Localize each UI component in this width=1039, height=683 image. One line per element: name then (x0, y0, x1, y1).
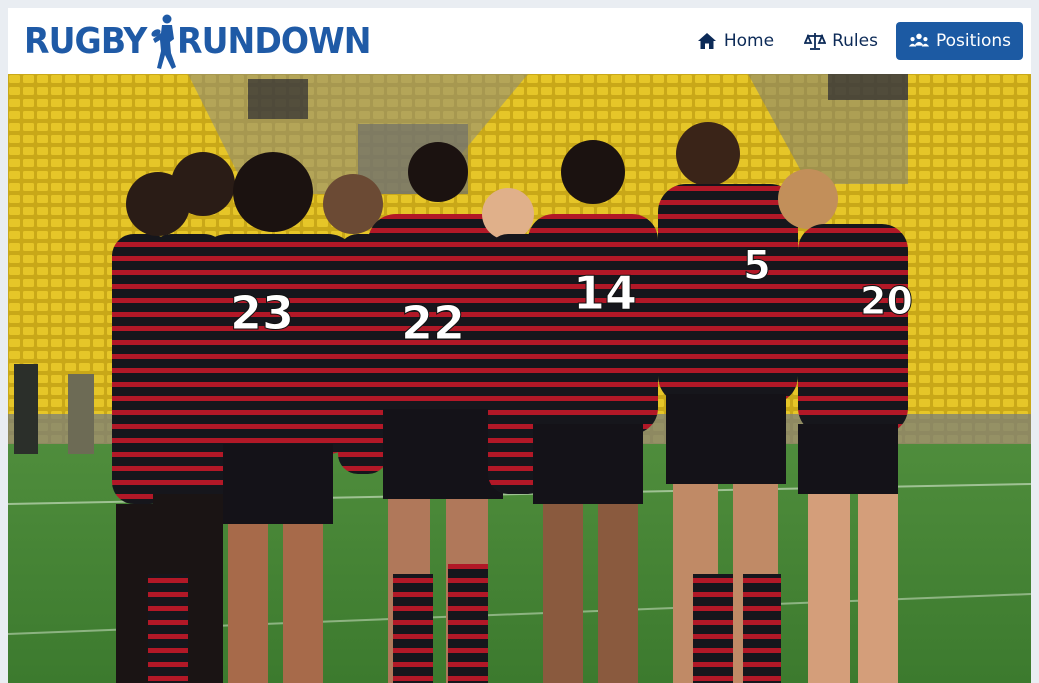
jersey-number: 20 (860, 279, 913, 323)
home-icon (696, 31, 718, 51)
jersey-number: 22 (401, 296, 465, 350)
logo-word-rundown: RUNDOWN (177, 21, 371, 62)
scale-icon (804, 31, 827, 51)
main-nav: Home Rules Positions (684, 22, 1023, 60)
nav-home[interactable]: Home (684, 22, 786, 60)
jersey-number: 14 (573, 266, 637, 320)
team-huddle-photo: 23 22 14 5 20 (8, 74, 1031, 683)
team-icon (908, 31, 930, 51)
nav-positions-label: Positions (935, 31, 1011, 51)
jersey-number: 23 (230, 286, 294, 340)
runner-logo-icon (151, 14, 177, 69)
hero-image: 23 22 14 5 20 (8, 74, 1031, 683)
nav-rules[interactable]: Rules (792, 22, 890, 60)
page-frame: RUGBY RUNDOWN Home Rules Positions 23 22… (8, 8, 1031, 683)
nav-positions[interactable]: Positions (895, 22, 1023, 60)
site-logo[interactable]: RUGBY RUNDOWN (24, 12, 387, 72)
nav-rules-label: Rules (832, 31, 878, 51)
nav-home-label: Home (723, 31, 775, 51)
logo-word-rugby: RUGBY (24, 21, 147, 62)
top-navbar: RUGBY RUNDOWN Home Rules Positions (8, 8, 1031, 74)
jersey-number: 5 (743, 243, 771, 289)
